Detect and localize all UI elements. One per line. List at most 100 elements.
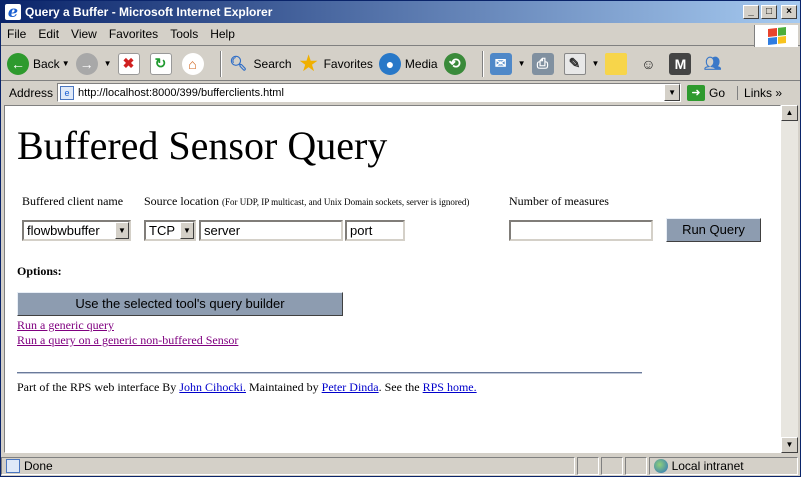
refresh-button[interactable]: ↻ xyxy=(149,52,176,75)
address-url: http://localhost:8000/399/bufferclients.… xyxy=(78,86,284,99)
favorites-label: Favorites xyxy=(323,56,373,71)
non-buffered-query-link[interactable]: Run a query on a generic non-buffered Se… xyxy=(17,333,238,348)
links-label: Links xyxy=(744,85,773,100)
status-cell xyxy=(576,456,599,475)
back-button[interactable]: ← Back ▼ xyxy=(7,52,70,75)
measures-input[interactable] xyxy=(509,220,653,241)
client-select[interactable]: flowbwbuffer ▼ xyxy=(22,220,131,241)
query-builder-button[interactable]: Use the selected tool's query builder xyxy=(17,292,343,316)
address-bar: Address e http://localhost:8000/399/buff… xyxy=(1,82,800,103)
menu-tools[interactable]: Tools xyxy=(164,27,204,41)
chevron-down-icon[interactable]: ▼ xyxy=(180,222,194,239)
links-button[interactable]: Links » xyxy=(737,85,783,100)
stop-icon: ✖ xyxy=(117,52,140,75)
chevron-down-icon[interactable]: ▼ xyxy=(518,59,526,68)
scroll-up-icon[interactable]: ▲ xyxy=(781,105,798,121)
toolbar: ← Back ▼ → ▼ ✖ ↻ ⌂ 🔍︎ Search ★ Favorites… xyxy=(1,47,800,81)
chevron-down-icon[interactable]: ▼ xyxy=(115,222,129,239)
home-button[interactable]: ⌂ xyxy=(181,52,208,75)
status-text-cell: Done xyxy=(1,456,575,475)
favorites-button[interactable]: ★ Favorites xyxy=(298,53,373,75)
zone-cell: Local intranet xyxy=(648,456,798,475)
scroll-down-icon[interactable]: ▼ xyxy=(781,437,798,453)
windows-logo-icon xyxy=(754,25,798,47)
menu-edit[interactable]: Edit xyxy=(32,27,65,41)
media-button[interactable]: ● Media xyxy=(378,52,438,75)
rps-home-link[interactable]: RPS home. xyxy=(423,380,477,394)
chevron-down-icon[interactable]: ▼ xyxy=(592,59,600,68)
chevron-right-icon: » xyxy=(775,85,783,100)
page-title: Buffered Sensor Query xyxy=(17,123,388,168)
ie-logo-icon: e xyxy=(5,4,21,20)
contacts-button[interactable]: 👥︎ xyxy=(701,53,727,75)
messenger-button[interactable]: ☺ xyxy=(637,53,663,75)
home-icon: ⌂ xyxy=(181,52,204,75)
star-icon: ★ xyxy=(299,53,318,75)
discuss-button[interactable] xyxy=(605,52,631,75)
chevron-down-icon[interactable]: ▼ xyxy=(104,59,112,68)
print-button[interactable]: ⎙ xyxy=(531,52,558,75)
maximize-button[interactable]: □ xyxy=(761,5,777,19)
menu-bar: File Edit View Favorites Tools Help xyxy=(1,23,800,46)
options-title: Options: xyxy=(17,264,62,278)
address-input[interactable]: e http://localhost:8000/399/bufferclient… xyxy=(57,83,682,102)
run-query-button[interactable]: Run Query xyxy=(666,218,761,242)
person-icon: ☺ xyxy=(641,55,656,72)
search-icon: 🔍︎ xyxy=(229,55,248,71)
menu-file[interactable]: File xyxy=(1,27,32,41)
toolbar-separator xyxy=(219,50,222,77)
menu-view[interactable]: View xyxy=(65,27,103,41)
vertical-scrollbar[interactable]: ▲ ▼ xyxy=(781,105,798,453)
num-measures-label: Number of measures xyxy=(509,194,609,208)
forward-button[interactable]: → ▼ xyxy=(75,52,112,75)
maintainer-link[interactable]: Peter Dinda xyxy=(322,380,379,394)
source-location-note: (For UDP, IP multicast, and Unix Domain … xyxy=(221,197,470,207)
mm-icon: M xyxy=(669,52,692,75)
status-cell xyxy=(624,456,647,475)
toolbar-separator xyxy=(481,50,484,77)
client-name-label: Buffered client name xyxy=(22,194,124,208)
note-icon xyxy=(605,52,628,75)
client-select-value: flowbwbuffer xyxy=(27,223,100,238)
protocol-select[interactable]: TCP ▼ xyxy=(144,220,196,241)
chevron-down-icon[interactable]: ▼ xyxy=(664,84,681,101)
stop-button[interactable]: ✖ xyxy=(117,52,144,75)
printer-icon: ⎙ xyxy=(531,52,554,75)
protocol-select-value: TCP xyxy=(149,223,175,238)
menu-favorites[interactable]: Favorites xyxy=(103,27,164,41)
port-input[interactable]: port xyxy=(345,220,405,241)
go-label: Go xyxy=(709,85,726,100)
status-text: Done xyxy=(24,458,53,473)
divider xyxy=(17,372,642,374)
menu-help[interactable]: Help xyxy=(204,27,241,41)
chevron-down-icon[interactable]: ▼ xyxy=(62,59,70,68)
back-label: Back xyxy=(33,56,60,71)
forward-arrow-icon: → xyxy=(75,52,98,75)
page-content: Buffered Sensor Query Buffered client na… xyxy=(4,105,781,453)
server-input[interactable]: server xyxy=(199,220,343,241)
minimize-button[interactable]: _ xyxy=(743,5,759,19)
edit-page-icon: ✎ xyxy=(563,52,586,75)
mail-button[interactable]: ✉ ▼ xyxy=(489,52,526,75)
back-arrow-icon: ← xyxy=(7,52,29,75)
go-button[interactable]: ➜ Go xyxy=(687,84,726,101)
footer-see: . See the xyxy=(378,380,423,394)
footer: Part of the RPS web interface By John Ci… xyxy=(17,380,477,395)
page-done-icon xyxy=(6,458,20,473)
search-button[interactable]: 🔍︎ Search xyxy=(228,53,292,75)
close-button[interactable]: × xyxy=(781,5,797,19)
author-link[interactable]: John Cihocki. xyxy=(179,380,246,394)
mm-button[interactable]: M xyxy=(669,52,695,75)
generic-query-link[interactable]: Run a generic query xyxy=(17,318,114,333)
browser-window: e Query a Buffer - Microsoft Internet Ex… xyxy=(0,0,801,477)
title-bar: e Query a Buffer - Microsoft Internet Ex… xyxy=(1,1,800,23)
page-icon: e xyxy=(60,85,75,100)
intranet-globe-icon xyxy=(653,458,668,473)
source-location-text: Source location xyxy=(144,194,219,208)
zone-text: Local intranet xyxy=(671,458,744,473)
media-label: Media xyxy=(404,56,438,71)
edit-button[interactable]: ✎ ▼ xyxy=(563,52,600,75)
address-label: Address xyxy=(9,85,54,100)
history-button[interactable]: ⟲ xyxy=(443,52,470,75)
media-icon: ● xyxy=(378,52,401,75)
